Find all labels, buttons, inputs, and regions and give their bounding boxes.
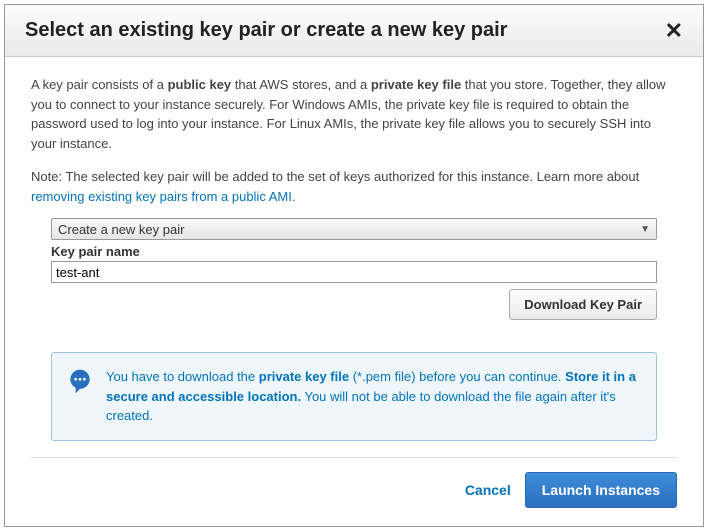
chevron-down-icon: ▼ bbox=[640, 224, 650, 235]
info-text-part: You have to download the bbox=[106, 369, 259, 384]
remove-keypairs-link[interactable]: removing existing key pairs from a publi… bbox=[31, 189, 292, 204]
note-text: Note: The selected key pair will be adde… bbox=[31, 169, 639, 184]
desc-bold-public-key: public key bbox=[168, 77, 232, 92]
modal-footer: Cancel Launch Instances bbox=[31, 457, 677, 526]
close-icon[interactable]: ✕ bbox=[665, 20, 683, 42]
download-row: Download Key Pair bbox=[51, 289, 657, 320]
desc-text: A key pair consists of a bbox=[31, 77, 168, 92]
keypair-name-input[interactable] bbox=[51, 261, 657, 283]
info-text-part: (*.pem file) before you can continue. bbox=[349, 369, 565, 384]
info-callout: You have to download the private key fil… bbox=[51, 352, 657, 441]
cancel-button[interactable]: Cancel bbox=[465, 482, 511, 498]
keypair-action-dropdown[interactable]: Create a new key pair ▼ bbox=[51, 218, 657, 240]
speech-bubble-icon bbox=[66, 367, 94, 395]
info-text: You have to download the private key fil… bbox=[106, 367, 640, 426]
note-paragraph: Note: The selected key pair will be adde… bbox=[31, 167, 677, 206]
download-keypair-button[interactable]: Download Key Pair bbox=[509, 289, 657, 320]
keypair-modal: Select an existing key pair or create a … bbox=[4, 4, 704, 527]
form-area: Create a new key pair ▼ Key pair name Do… bbox=[31, 218, 677, 352]
description-paragraph: A key pair consists of a public key that… bbox=[31, 75, 677, 153]
launch-instances-button[interactable]: Launch Instances bbox=[525, 472, 677, 508]
info-bold-private-key: private key file bbox=[259, 369, 349, 384]
dropdown-value: Create a new key pair bbox=[58, 222, 184, 237]
keypair-name-label: Key pair name bbox=[51, 244, 657, 259]
desc-text: that AWS stores, and a bbox=[231, 77, 371, 92]
note-text: . bbox=[292, 189, 296, 204]
modal-body: A key pair consists of a public key that… bbox=[5, 57, 703, 441]
desc-bold-private-key: private key file bbox=[371, 77, 461, 92]
modal-title: Select an existing key pair or create a … bbox=[25, 19, 507, 42]
modal-header: Select an existing key pair or create a … bbox=[5, 5, 703, 57]
